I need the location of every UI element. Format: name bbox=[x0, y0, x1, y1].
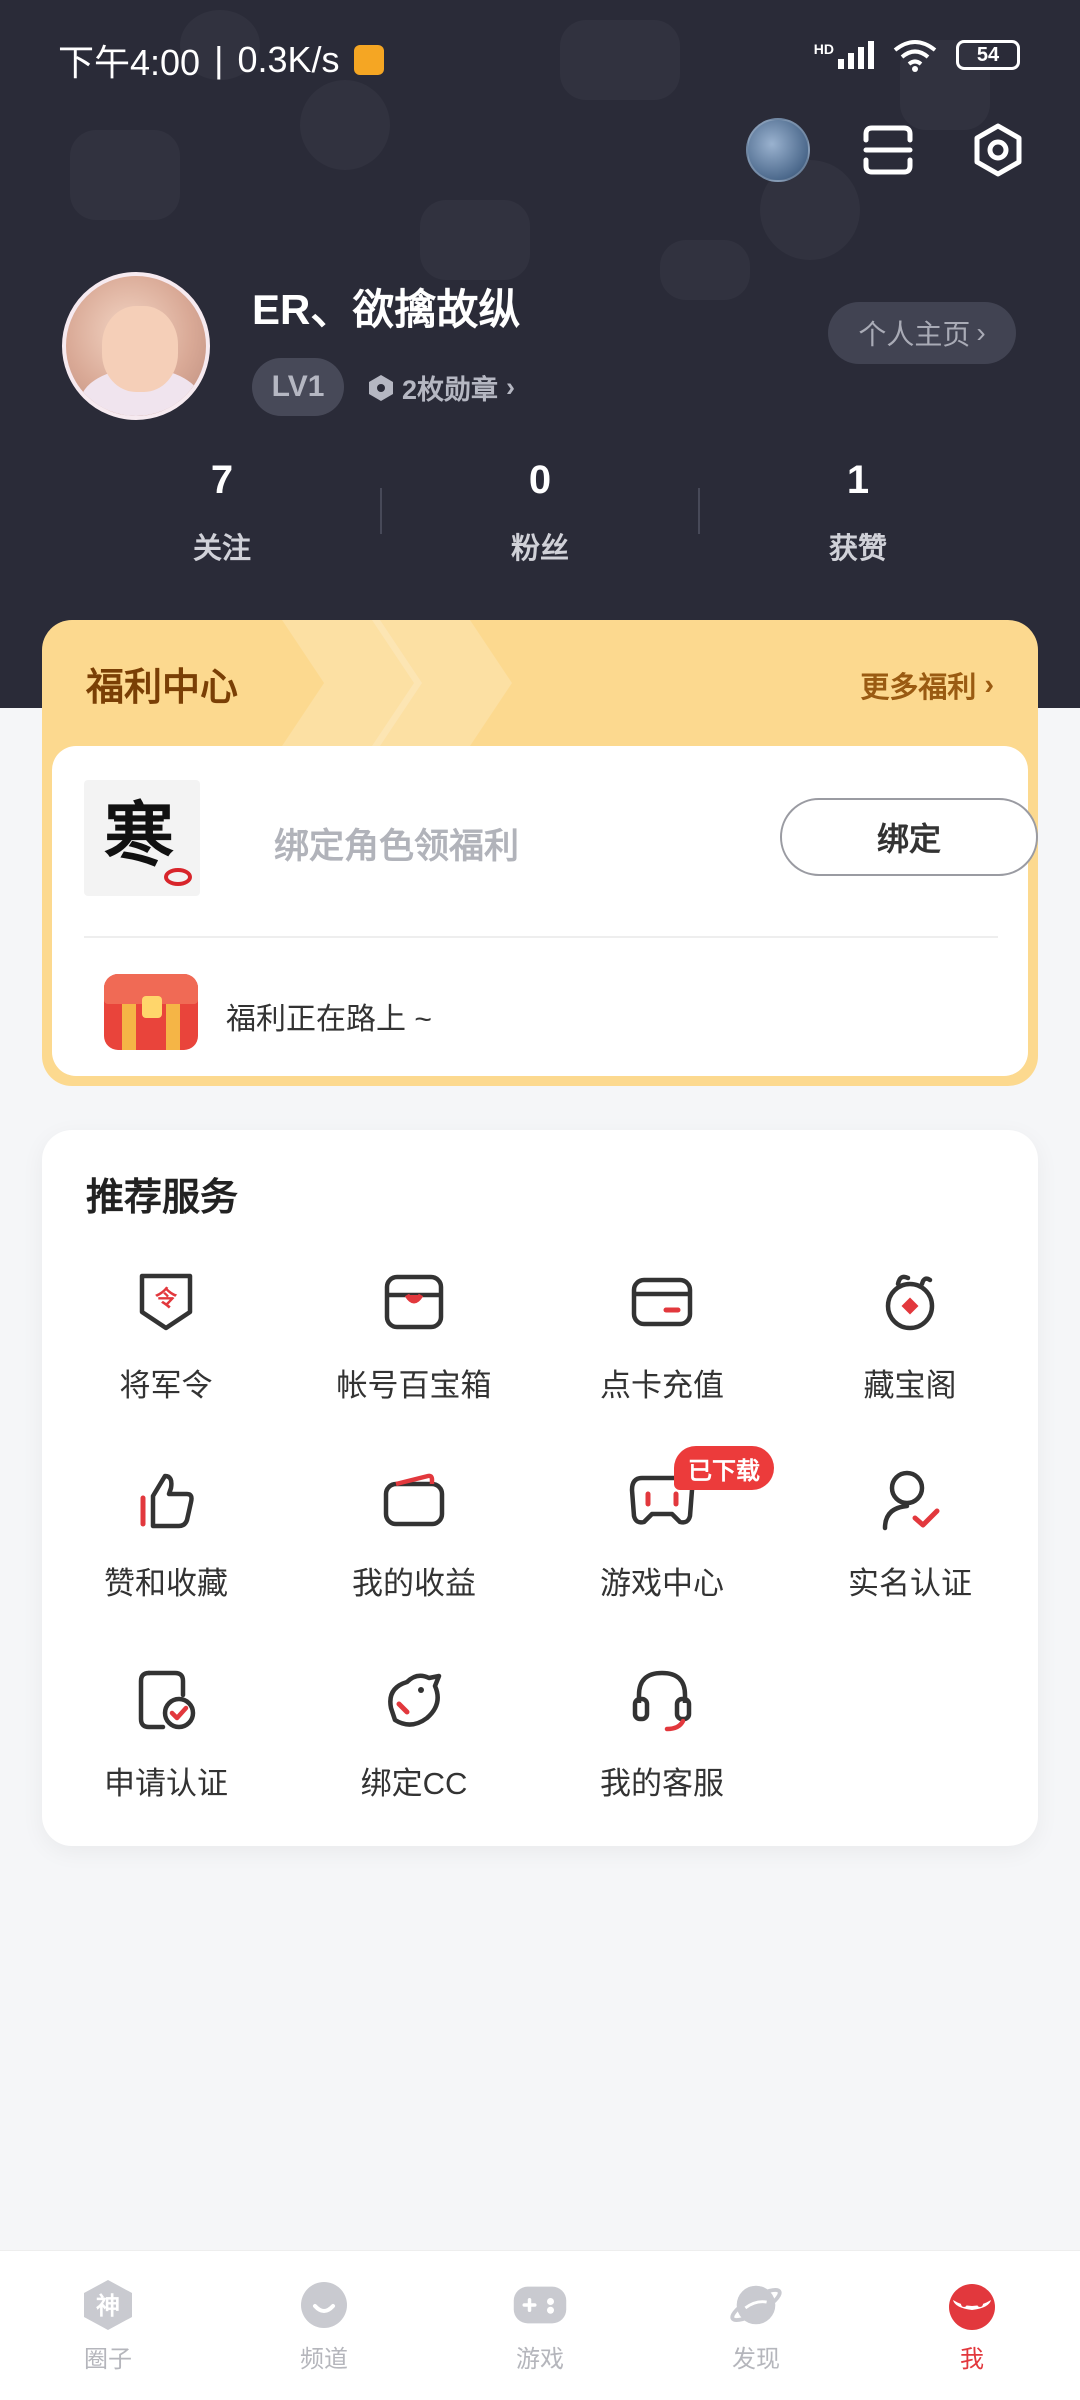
shen-icon: 神 bbox=[80, 2277, 136, 2333]
service-likes-favorites[interactable]: 赞和收藏 bbox=[42, 1460, 290, 1630]
stat-followers[interactable]: 0 粉丝 bbox=[440, 458, 640, 567]
tab-games[interactable]: 游戏 bbox=[432, 2277, 648, 2374]
network-speed: 0.3K/s bbox=[237, 39, 340, 80]
status-bar: 下午4:00 | 0.3K/s HD 54 bbox=[0, 0, 1080, 110]
stat-following[interactable]: 7 关注 bbox=[122, 458, 322, 567]
chevron-right-icon: › bbox=[984, 668, 994, 701]
personal-homepage-button[interactable]: 个人主页 › bbox=[828, 302, 1016, 364]
treasure-chest-icon bbox=[104, 974, 198, 1050]
welfare-title: 福利中心 bbox=[86, 667, 239, 709]
username[interactable]: ER、欲擒故纵 bbox=[252, 276, 520, 337]
tab-channel[interactable]: 频道 bbox=[216, 2277, 432, 2374]
svg-text:令: 令 bbox=[155, 1286, 178, 1312]
wallet-icon bbox=[374, 1460, 454, 1540]
service-point-card-recharge[interactable]: 点卡充值 bbox=[538, 1262, 786, 1432]
service-account-treasure-box[interactable]: 帐号百宝箱 bbox=[290, 1262, 538, 1432]
chevron-right-icon: › bbox=[976, 317, 986, 348]
channel-icon bbox=[296, 2277, 352, 2333]
medal-icon bbox=[369, 374, 393, 401]
planet-icon bbox=[728, 2277, 784, 2333]
services-title: 推荐服务 bbox=[86, 1177, 239, 1219]
tab-me[interactable]: 我 bbox=[864, 2277, 1080, 2374]
signal-icon: HD bbox=[814, 41, 874, 69]
service-bind-cc[interactable]: 绑定CC bbox=[290, 1660, 538, 1830]
bind-button[interactable]: 绑定 bbox=[780, 798, 1038, 876]
notification-icon bbox=[353, 45, 384, 75]
service-real-name-verification[interactable]: 实名认证 bbox=[786, 1460, 1034, 1630]
tab-circle[interactable]: 神 圈子 bbox=[0, 2277, 216, 2374]
recommended-services-card: 推荐服务 令 将军令 帐号百宝箱 点卡充值 藏宝阁 赞和收藏 我的收益 游戏中心… bbox=[42, 1130, 1038, 1846]
cc-bird-icon bbox=[374, 1660, 454, 1740]
status-time: 下午4:00 bbox=[58, 42, 201, 83]
svg-text:神: 神 bbox=[96, 2292, 120, 2320]
stats-row: 7 关注 0 粉丝 1 获赞 bbox=[0, 458, 1080, 578]
level-badge[interactable]: LV1 bbox=[252, 358, 344, 416]
headset-icon bbox=[622, 1660, 702, 1740]
card-icon bbox=[622, 1262, 702, 1342]
service-treasure-pavilion[interactable]: 藏宝阁 bbox=[786, 1262, 1034, 1432]
welfare-status: 福利正在路上 ~ bbox=[226, 1003, 432, 1036]
service-general-token[interactable]: 令 将军令 bbox=[42, 1262, 290, 1432]
battery-icon: 54 bbox=[956, 40, 1020, 70]
stat-likes[interactable]: 1 获赞 bbox=[758, 458, 958, 567]
downloaded-badge: 已下载 bbox=[674, 1446, 774, 1490]
treasure-box-icon bbox=[374, 1262, 454, 1342]
scan-icon[interactable] bbox=[856, 118, 920, 182]
shield-token-icon: 令 bbox=[126, 1262, 206, 1342]
bottom-tab-bar: 神 圈子 频道 游戏 发现 我 bbox=[0, 2250, 1080, 2400]
service-my-earnings[interactable]: 我的收益 bbox=[290, 1460, 538, 1630]
welfare-content: 寒 绑定角色领福利 绑定 福利正在路上 ~ bbox=[52, 746, 1038, 1076]
wifi-icon bbox=[893, 40, 937, 72]
more-welfare-link[interactable]: 更多福利 › bbox=[860, 664, 994, 706]
gamepad-icon bbox=[512, 2277, 568, 2333]
settings-icon[interactable] bbox=[966, 118, 1030, 182]
welfare-center-card: 福利中心 更多福利 › 寒 绑定角色领福利 绑定 福利正在路上 ~ bbox=[42, 620, 1038, 1086]
tab-discover[interactable]: 发现 bbox=[648, 2277, 864, 2374]
game-logo: 寒 bbox=[84, 780, 200, 896]
treasure-pavilion-icon bbox=[870, 1262, 950, 1342]
secondary-avatar[interactable] bbox=[746, 118, 810, 182]
chevron-right-icon: › bbox=[506, 372, 516, 402]
user-verify-icon bbox=[870, 1460, 950, 1540]
medals-link[interactable]: 2枚勋章 › bbox=[368, 368, 515, 407]
medals-label: 2枚勋章 bbox=[402, 375, 499, 405]
document-check-icon bbox=[126, 1660, 206, 1740]
service-apply-verification[interactable]: 申请认证 bbox=[42, 1660, 290, 1830]
service-my-customer-service[interactable]: 我的客服 bbox=[538, 1660, 786, 1830]
me-mask-icon bbox=[944, 2277, 1000, 2333]
bind-role-hint: 绑定角色领福利 bbox=[274, 827, 520, 866]
avatar[interactable] bbox=[62, 272, 210, 420]
thumbs-up-icon bbox=[126, 1460, 206, 1540]
